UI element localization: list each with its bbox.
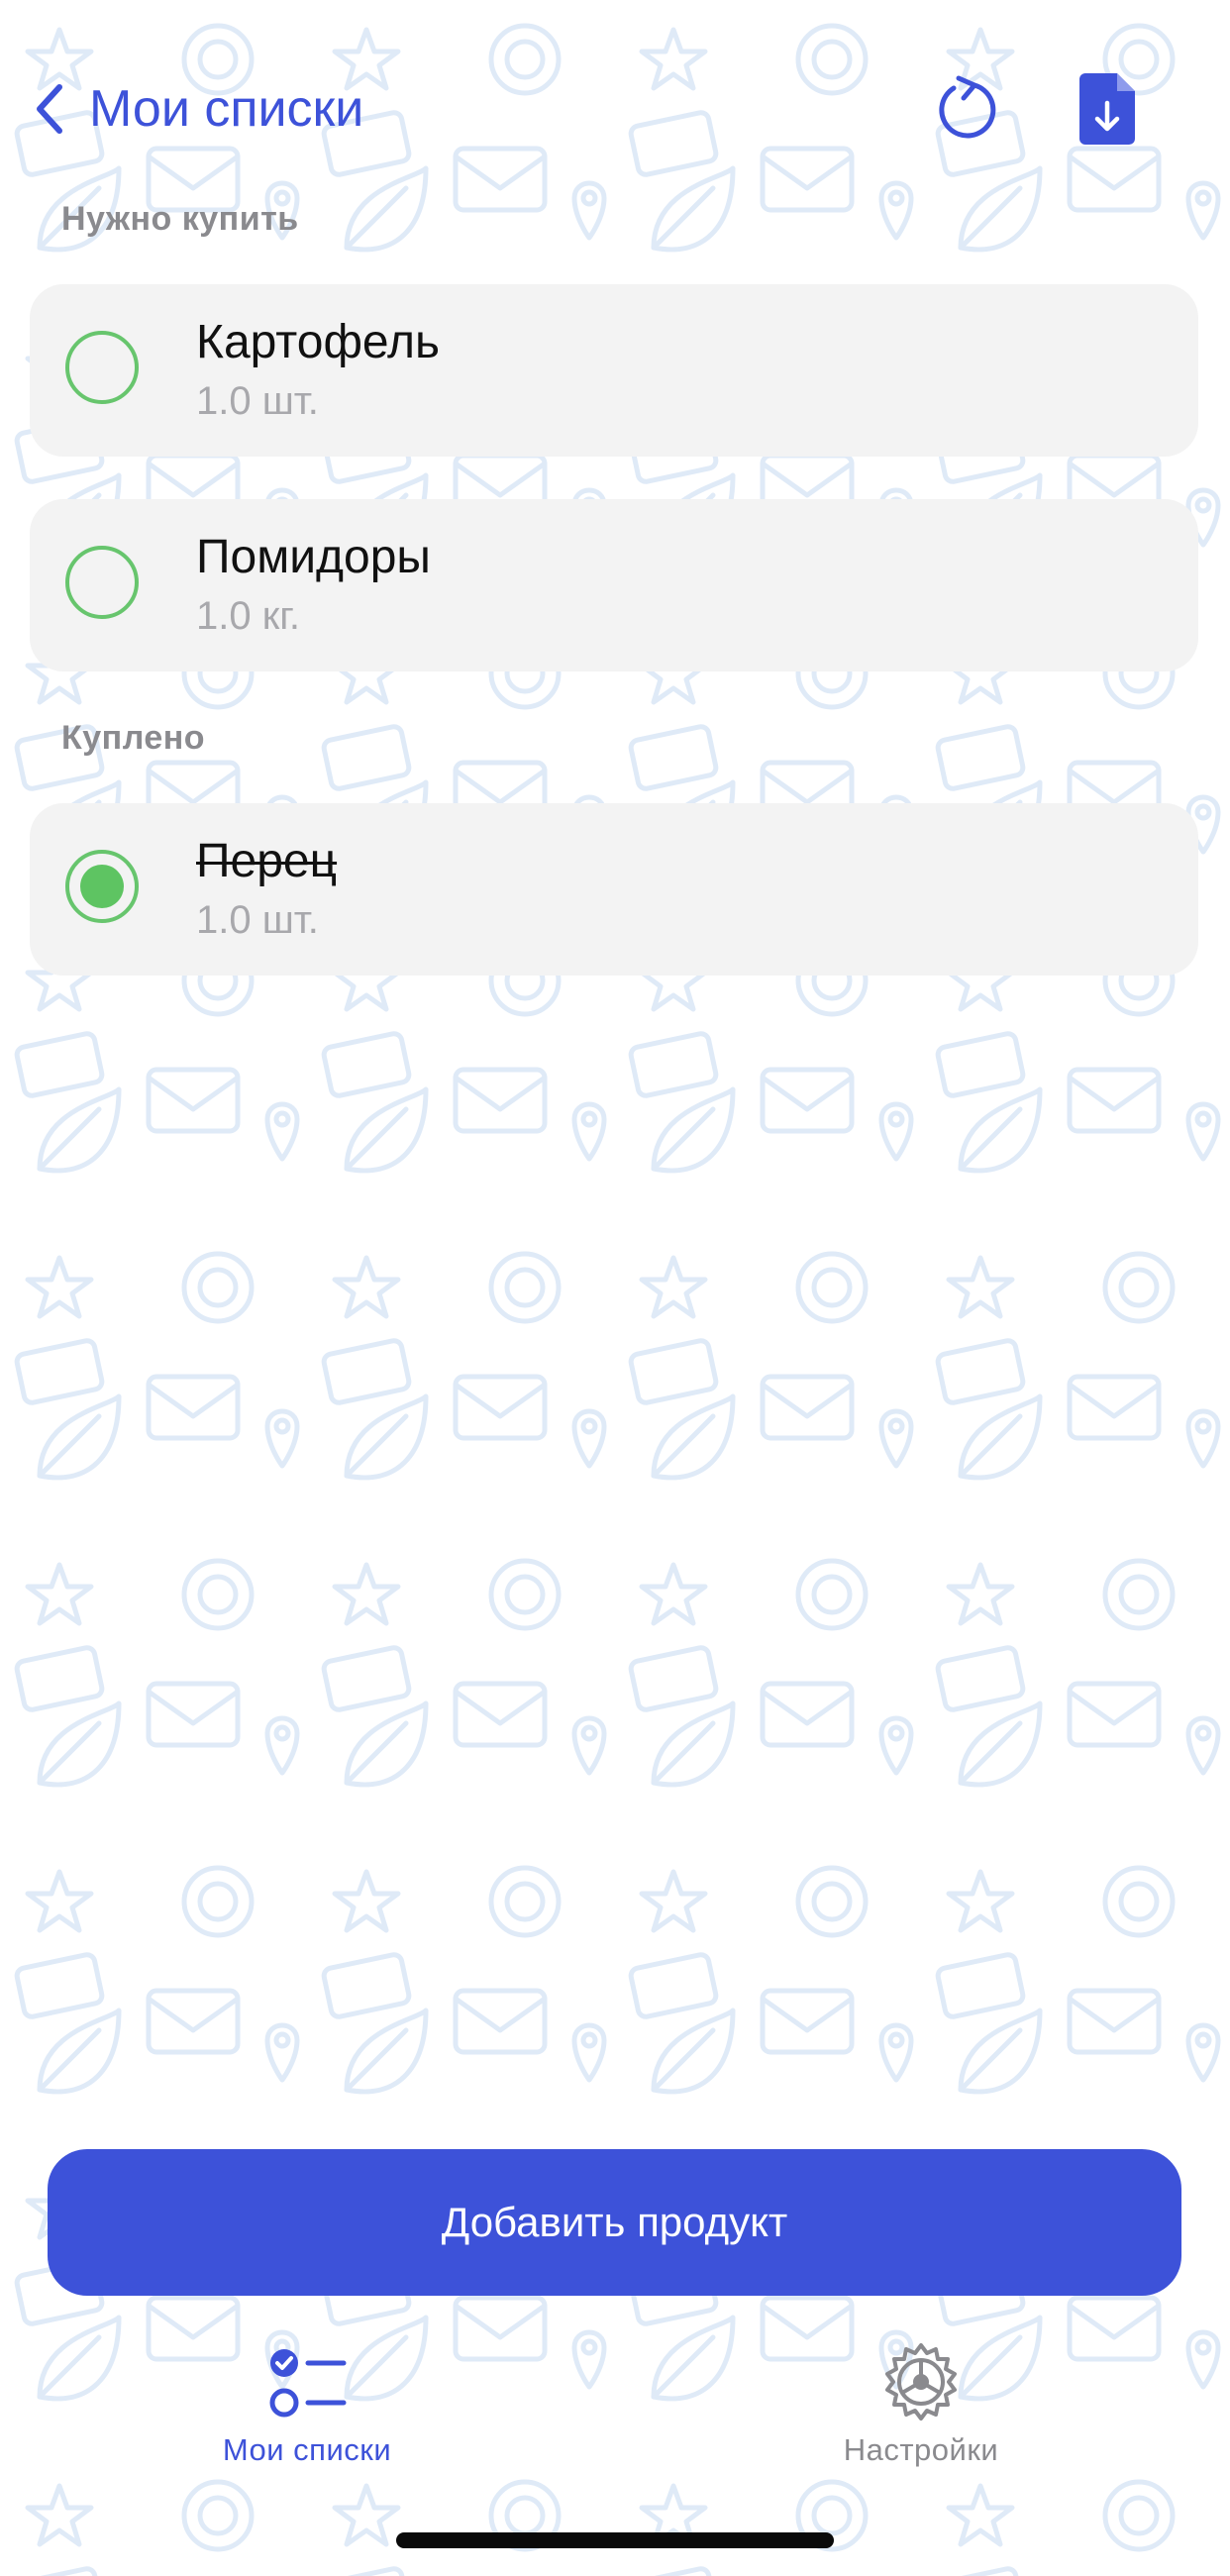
export-button[interactable] [1070,69,1149,149]
checkbox-checked[interactable] [65,850,139,923]
checkbox-unchecked[interactable] [65,331,139,404]
item-name: Помидоры [196,531,431,583]
section-label-to-buy: Нужно купить [61,200,299,238]
checkbox-unchecked[interactable] [65,546,139,619]
list-item[interactable]: Картофель 1.0 шт. [30,284,1198,457]
back-label: Мои списки [89,80,364,138]
navigation-header: Мои списки [0,59,1230,158]
list-item[interactable]: Перец 1.0 шт. [30,803,1198,976]
file-download-icon [1079,73,1135,145]
add-product-button[interactable]: Добавить продукт [48,2149,1181,2296]
item-quantity: 1.0 кг. [196,594,301,638]
tab-settings[interactable]: Настройки [772,2337,1070,2468]
app-screen: Мои списки Нужно купить Картофель 1.0 шт… [0,0,1230,2576]
refresh-icon [939,75,996,139]
refresh-button[interactable] [926,69,1005,149]
back-button[interactable]: Мои списки [30,73,363,145]
chevron-left-icon [37,84,62,134]
item-quantity: 1.0 шт. [196,379,319,423]
gear-icon [885,2343,957,2421]
tab-settings-label: Настройки [843,2432,999,2467]
home-indicator [396,2532,834,2548]
tab-my-lists-label: Мои списки [222,2432,392,2467]
item-quantity: 1.0 шт. [196,898,319,942]
list-item[interactable]: Помидоры 1.0 кг. [30,499,1198,671]
item-name: Перец [196,835,338,887]
item-name: Картофель [196,316,441,368]
tab-my-lists[interactable]: Мои списки [158,2337,456,2468]
checklist-icon [269,2349,347,2418]
section-label-bought: Куплено [61,719,206,757]
